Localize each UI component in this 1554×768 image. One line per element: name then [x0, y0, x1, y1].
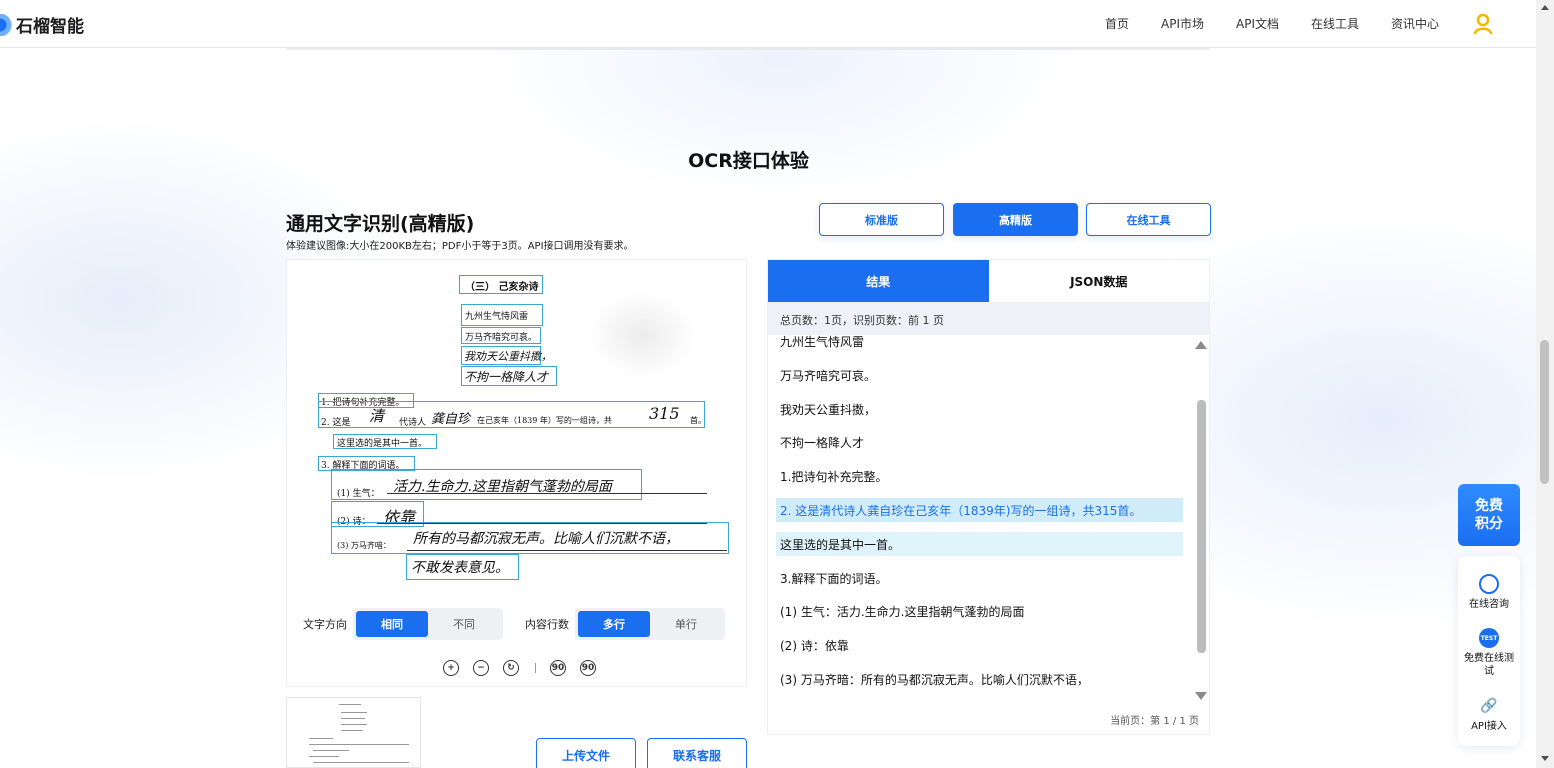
- contact-support-button[interactable]: 联系客服: [647, 738, 747, 768]
- doc-poem-line-1: 九州生气恃风雷: [465, 312, 529, 322]
- lines-toggle: 多行 单行: [575, 608, 725, 640]
- test-icon: TEST: [1479, 628, 1499, 648]
- nav-item-home[interactable]: 首页: [1105, 15, 1129, 32]
- section-title: OCR接口体验: [688, 150, 809, 172]
- main-nav: 首页 API市场 API文档 在线工具 资讯中心: [1105, 15, 1471, 32]
- nav-item-online-tools[interactable]: 在线工具: [1311, 15, 1359, 32]
- doc-poem-line-3: 我劝天公重抖擞，: [464, 350, 552, 363]
- direction-toggle: 相同 不同: [353, 608, 503, 640]
- result-summary: 总页数：1页，识别页数：前 1 页: [768, 302, 1209, 335]
- paper-smudge: [587, 290, 697, 380]
- result-line[interactable]: (3) 万马齐暗：所有的马都沉寂无声。比喻人们沉默不语，: [776, 667, 1183, 691]
- result-lines[interactable]: 九州生气恃风雷万马齐喑究可哀。 我劝天公重抖擞， 不拘一格降人才 1.把诗句补充完整。…: [768, 335, 1196, 707]
- doc-poem-line-2: 万马齐喑究可哀。: [465, 333, 538, 343]
- result-line[interactable]: 3.解释下面的词语。: [776, 566, 1183, 590]
- nav-item-api-market[interactable]: API市场: [1161, 15, 1204, 32]
- service-title: 通用文字识别(高精版): [286, 213, 475, 235]
- doc-q2-line-2: 这里选的是其中一首。: [337, 439, 428, 449]
- free-points-button[interactable]: 免费积分: [1458, 484, 1520, 546]
- doc-q3-3-handwriting-2: 不敢发表意见。: [411, 560, 509, 576]
- doc-q2-part-a: 2. 这是: [321, 418, 351, 428]
- doc-q3-1-label: (1) 生气：: [337, 489, 380, 499]
- rotate-right-icon[interactable]: 90: [580, 660, 596, 676]
- result-line[interactable]: 这里选的是其中一首。: [776, 531, 1183, 556]
- direction-different-option[interactable]: 不同: [428, 611, 500, 637]
- result-tabs: 结果 JSON数据: [768, 260, 1209, 302]
- brand-logo[interactable]: 石榴智能: [0, 12, 84, 37]
- lines-label: 内容行数: [525, 618, 569, 631]
- doc-q2-handwriting-1: 清: [369, 407, 385, 425]
- page-thumbnail[interactable]: [286, 697, 421, 768]
- link-icon: 🔗: [1479, 696, 1499, 716]
- result-line[interactable]: (1) 生气：活力.生命力.这里指朝气蓬勃的局面: [776, 599, 1183, 623]
- image-toolbar: + − ↻ 90 90: [443, 660, 610, 676]
- free-points-label: 免费积分: [1475, 498, 1503, 532]
- rotate-left-icon[interactable]: 90: [550, 660, 566, 676]
- api-access-label: API接入: [1471, 721, 1507, 732]
- result-line[interactable]: 我劝天公重抖擞，: [776, 397, 1183, 421]
- side-service-card: 在线咨询 TEST 免费在线测试 🔗 API接入: [1458, 556, 1520, 746]
- result-line[interactable]: 万马齐喑究可哀。: [776, 363, 1183, 387]
- lines-multi-option[interactable]: 多行: [578, 611, 650, 637]
- doc-poem-line-4: 不拘一格降人才: [464, 370, 549, 384]
- toolbar-divider: [535, 663, 536, 673]
- scroll-up-icon[interactable]: [1195, 341, 1207, 349]
- doc-q2-part-b: 代诗人: [399, 418, 427, 428]
- upload-file-button[interactable]: 上传文件: [536, 738, 636, 768]
- answer-underline: [387, 493, 707, 494]
- lines-single-option[interactable]: 单行: [650, 611, 722, 637]
- rotate-icon[interactable]: ↻: [503, 660, 519, 676]
- direction-label: 文字方向: [303, 618, 347, 631]
- answer-underline: [407, 550, 727, 551]
- doc-q2-part-d: 首。: [690, 416, 706, 425]
- page-indicator: 当前页：第 1 / 1 页: [1110, 716, 1199, 727]
- tab-result[interactable]: 结果: [768, 260, 989, 302]
- doc-q2-part-c: 在己亥年（1839 年）写的一组诗，共: [477, 416, 612, 425]
- nav-item-api-docs[interactable]: API文档: [1236, 15, 1279, 32]
- doc-q3-3-handwriting: 所有的马都沉寂无声。比喻人们沉默不语，: [413, 531, 679, 547]
- result-panel: 结果 JSON数据 总页数：1页，识别页数：前 1 页 九州生气恃风雷万马齐喑究…: [767, 259, 1210, 735]
- brand-name: 石榴智能: [16, 17, 84, 37]
- zoom-out-icon[interactable]: −: [473, 660, 489, 676]
- doc-q2-handwriting-2: 龚自珍: [431, 412, 471, 427]
- result-scroll-thumb[interactable]: [1197, 400, 1206, 653]
- direction-same-option[interactable]: 相同: [356, 611, 428, 637]
- document-image: （三） 己亥杂诗 九州生气恃风雷 万马齐喑究可哀。 我劝天公重抖擞， 不拘一格降…: [287, 260, 748, 594]
- page-scroll-down-icon[interactable]: [1541, 756, 1549, 761]
- page-scroll-thumb[interactable]: [1540, 340, 1549, 484]
- doc-q2-handwriting-3: 315: [649, 404, 680, 423]
- page-scrollbar[interactable]: [1536, 0, 1554, 768]
- result-line[interactable]: 1.把诗句补充完整。: [776, 464, 1183, 488]
- user-icon[interactable]: [1473, 13, 1493, 35]
- result-line[interactable]: (2) 诗：依靠: [776, 633, 1183, 657]
- tab-json[interactable]: JSON数据: [988, 260, 1209, 302]
- free-test-item[interactable]: TEST 免费在线测试: [1458, 628, 1520, 678]
- online-consult-label: 在线咨询: [1469, 599, 1509, 610]
- image-preview-panel: （三） 己亥杂诗 九州生气恃风雷 万马齐喑究可哀。 我劝天公重抖擞， 不拘一格降…: [286, 259, 747, 687]
- api-access-item[interactable]: 🔗 API接入: [1458, 696, 1520, 733]
- logo-icon: [0, 13, 14, 36]
- online-consult-item[interactable]: 在线咨询: [1458, 574, 1520, 611]
- service-subtitle: 体验建议图像:大小在200KB左右；PDF小于等于3页。API接口调用没有要求。: [286, 241, 634, 252]
- online-tool-button[interactable]: 在线工具: [1086, 203, 1211, 236]
- high-precision-version-button[interactable]: 高精版: [953, 203, 1078, 236]
- top-header: 石榴智能 首页 API市场 API文档 在线工具 资讯中心: [0, 0, 1536, 48]
- free-test-label: 免费在线测试: [1464, 653, 1514, 677]
- scroll-down-icon[interactable]: [1195, 692, 1207, 700]
- zoom-in-icon[interactable]: +: [443, 660, 459, 676]
- direction-option: 文字方向 相同 不同: [303, 608, 503, 640]
- lines-option: 内容行数 多行 单行: [525, 608, 725, 640]
- standard-version-button[interactable]: 标准版: [819, 203, 944, 236]
- headset-icon: [1479, 574, 1499, 594]
- result-line[interactable]: 九州生气恃风雷: [776, 335, 1183, 353]
- result-line[interactable]: 不拘一格降人才: [776, 430, 1183, 454]
- doc-q3-3-label: (3) 万马齐喑：: [337, 541, 391, 550]
- doc-heading: （三） 己亥杂诗: [465, 282, 539, 293]
- nav-item-news[interactable]: 资讯中心: [1391, 15, 1439, 32]
- result-line[interactable]: 2. 这是清代诗人龚自珍在己亥年（1839年)写的一组诗，共315首。: [776, 498, 1183, 522]
- page-scroll-up-icon[interactable]: [1541, 5, 1549, 10]
